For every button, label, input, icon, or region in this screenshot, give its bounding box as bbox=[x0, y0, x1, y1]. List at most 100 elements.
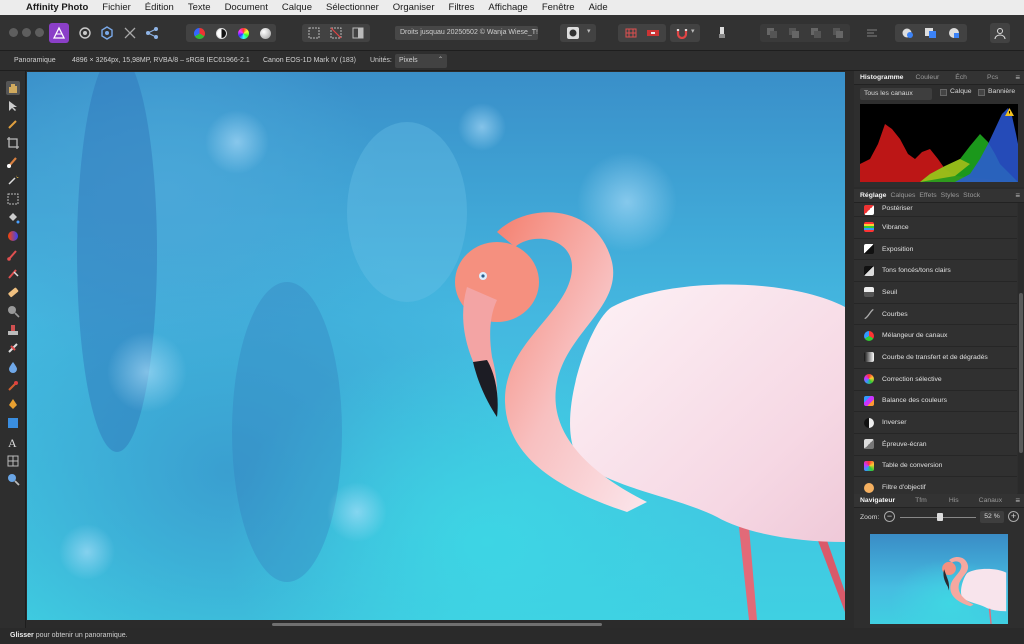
zoom-tool[interactable] bbox=[6, 472, 20, 486]
gradient-tool[interactable] bbox=[6, 229, 20, 243]
layer-checkbox[interactable] bbox=[940, 89, 947, 96]
text-tool[interactable]: A bbox=[6, 435, 20, 450]
zoom-value[interactable]: 52 % bbox=[980, 511, 1004, 523]
flood-select-tool[interactable] bbox=[6, 173, 20, 187]
move-to-front-button[interactable] bbox=[828, 23, 848, 43]
adjustment-lut[interactable]: Table de conversion bbox=[854, 455, 1017, 478]
zoom-slider-handle[interactable] bbox=[936, 513, 943, 521]
snapping-button[interactable] bbox=[672, 23, 692, 43]
panel-menu-icon[interactable]: ≡ bbox=[1015, 191, 1020, 200]
intersect-button[interactable] bbox=[944, 23, 964, 43]
channels-select[interactable]: Tous les canaux bbox=[860, 88, 932, 100]
tone-mapping-persona-button[interactable] bbox=[120, 23, 140, 43]
horizontal-scrollbar[interactable] bbox=[27, 621, 845, 628]
menu-texte[interactable]: Texte bbox=[188, 2, 211, 13]
menu-fenetre[interactable]: Fenêtre bbox=[542, 2, 575, 13]
scroll-thumb[interactable] bbox=[272, 623, 602, 626]
tab-ech[interactable]: Éch bbox=[945, 74, 973, 81]
document-title[interactable]: Droits jusquau 20250502 © Wanja Wiese_T! bbox=[395, 26, 538, 40]
tab-navigateur[interactable]: Navigateur bbox=[854, 497, 901, 504]
panel-menu-icon[interactable]: ≡ bbox=[1015, 496, 1020, 505]
adjustment-threshold[interactable]: Seuil bbox=[854, 282, 1017, 304]
tab-canaux[interactable]: Canaux bbox=[965, 497, 1008, 504]
move-forward-button[interactable] bbox=[806, 23, 826, 43]
move-backward-button[interactable] bbox=[784, 23, 804, 43]
units-select[interactable]: Pixels bbox=[395, 54, 447, 68]
zoom-in-button[interactable]: + bbox=[1008, 511, 1019, 522]
align-button[interactable] bbox=[862, 23, 882, 43]
subtract-button[interactable] bbox=[921, 23, 941, 43]
dodge-tool[interactable] bbox=[6, 304, 20, 318]
paint-brush-tool[interactable] bbox=[6, 248, 20, 262]
tab-couleur[interactable]: Couleur bbox=[909, 74, 945, 81]
menu-app-name[interactable]: Affinity Photo bbox=[26, 2, 88, 13]
tab-stock[interactable]: Stock bbox=[961, 192, 982, 199]
photo-persona-button[interactable] bbox=[49, 23, 69, 43]
onion-skin-button[interactable] bbox=[643, 23, 663, 43]
crop-tool[interactable] bbox=[6, 136, 20, 150]
blur-brush-tool[interactable] bbox=[6, 360, 20, 374]
tab-effets[interactable]: Effets bbox=[917, 192, 938, 199]
adjustments-scrollbar[interactable] bbox=[1018, 203, 1024, 497]
vertical-scrollbar[interactable] bbox=[846, 72, 853, 620]
document-canvas[interactable] bbox=[27, 72, 845, 620]
adjustment-invert[interactable]: Inverser bbox=[854, 412, 1017, 434]
tab-his[interactable]: His bbox=[933, 497, 965, 504]
auto-colors-button[interactable] bbox=[233, 23, 253, 43]
selection-brush-tool[interactable] bbox=[6, 155, 20, 169]
account-button[interactable] bbox=[990, 23, 1010, 43]
erase-brush-tool[interactable] bbox=[6, 285, 20, 299]
adjustment-color-balance[interactable]: Balance des couleurs bbox=[854, 390, 1017, 413]
export-persona-button[interactable] bbox=[142, 23, 162, 43]
menu-calque[interactable]: Calque bbox=[282, 2, 312, 13]
menu-edition[interactable]: Édition bbox=[145, 2, 174, 13]
menu-filtres[interactable]: Filtres bbox=[449, 2, 475, 13]
zoom-slider[interactable] bbox=[900, 513, 976, 521]
liquify-persona-button[interactable] bbox=[75, 23, 95, 43]
auto-white-balance-button[interactable] bbox=[255, 23, 275, 43]
adjustment-vibrance[interactable]: Vibrance bbox=[854, 217, 1017, 239]
adjustment-shadows-highlights[interactable]: Tons foncés/tons clairs bbox=[854, 260, 1017, 283]
healing-brush-tool[interactable] bbox=[6, 341, 20, 355]
auto-levels-button[interactable] bbox=[189, 23, 209, 43]
tab-pcs[interactable]: Pcs bbox=[973, 74, 1004, 81]
zoom-out-button[interactable]: − bbox=[884, 511, 895, 522]
adjustment-soft-proof[interactable]: Épreuve-écran bbox=[854, 433, 1017, 456]
chevron-down-icon[interactable]: ▾ bbox=[691, 27, 695, 35]
chevron-down-icon[interactable]: ▾ bbox=[587, 27, 591, 35]
adjustment-selective-color[interactable]: Correction sélective bbox=[854, 368, 1017, 391]
invert-selection-button[interactable] bbox=[348, 23, 368, 43]
zoom-window-button[interactable] bbox=[35, 28, 44, 37]
adjustment-exposure[interactable]: Exposition bbox=[854, 238, 1017, 261]
brush-mode-button[interactable] bbox=[712, 23, 732, 43]
deselect-button[interactable] bbox=[326, 23, 346, 43]
scroll-thumb[interactable] bbox=[1019, 293, 1023, 453]
color-picker-tool[interactable] bbox=[6, 117, 20, 131]
pen-tool[interactable] bbox=[6, 397, 20, 411]
adjustment-posterize[interactable]: Postériser bbox=[854, 203, 1017, 217]
move-tool[interactable] bbox=[6, 99, 20, 113]
rectangle-tool[interactable] bbox=[6, 416, 20, 430]
close-window-button[interactable] bbox=[9, 28, 18, 37]
menu-aide[interactable]: Aide bbox=[589, 2, 608, 13]
panel-menu-icon[interactable]: ≡ bbox=[1015, 73, 1020, 82]
tab-calques[interactable]: Calques bbox=[888, 192, 917, 199]
red-eye-tool[interactable] bbox=[6, 379, 20, 393]
mixer-brush-tool[interactable] bbox=[6, 267, 20, 281]
menu-affichage[interactable]: Affichage bbox=[488, 2, 527, 13]
quick-mask-button[interactable] bbox=[563, 23, 583, 43]
flood-fill-tool[interactable] bbox=[6, 211, 20, 225]
auto-contrast-button[interactable] bbox=[211, 23, 231, 43]
tab-histogramme[interactable]: Histogramme bbox=[854, 74, 909, 81]
adjustment-gradient-map[interactable]: Courbe de transfert et de dégradés bbox=[854, 347, 1017, 369]
add-button[interactable] bbox=[898, 23, 918, 43]
navigator-preview[interactable] bbox=[870, 534, 1008, 624]
marquee-tool[interactable] bbox=[6, 192, 20, 206]
hand-tool[interactable] bbox=[6, 81, 20, 95]
menu-organiser[interactable]: Organiser bbox=[393, 2, 435, 13]
tab-reglage[interactable]: Réglage bbox=[854, 192, 888, 199]
adjustment-curves[interactable]: Courbes bbox=[854, 303, 1017, 326]
menu-document[interactable]: Document bbox=[225, 2, 268, 13]
adjustment-channel-mixer[interactable]: Mélangeur de canaux bbox=[854, 325, 1017, 348]
menu-fichier[interactable]: Fichier bbox=[102, 2, 131, 13]
